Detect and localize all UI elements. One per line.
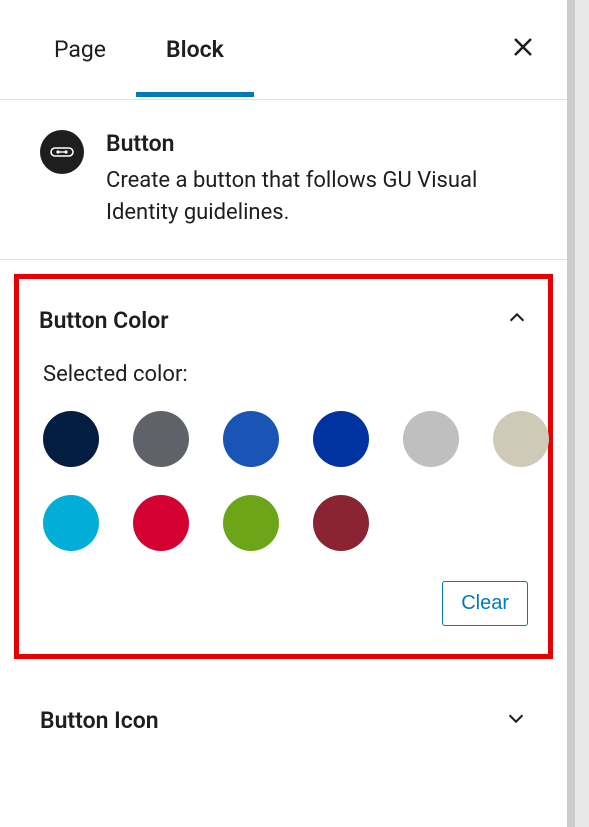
color-swatch[interactable] [313, 495, 369, 551]
color-swatch[interactable] [313, 411, 369, 467]
settings-panel: Page Block Button Create a button that f… [0, 0, 575, 827]
color-swatch[interactable] [223, 411, 279, 467]
block-title: Button [106, 130, 527, 157]
color-swatch[interactable] [43, 495, 99, 551]
block-description: Create a button that follows GU Visual I… [106, 165, 527, 229]
tab-block[interactable]: Block [136, 2, 254, 97]
chevron-up-icon [506, 307, 528, 334]
section-title: Button Icon [40, 707, 159, 734]
block-header: Button Create a button that follows GU V… [0, 100, 567, 260]
block-info: Button Create a button that follows GU V… [106, 130, 527, 229]
color-swatch[interactable] [403, 411, 459, 467]
button-color-section: Button Color Selected color: Clear [14, 274, 553, 659]
button-color-toggle[interactable]: Button Color [39, 299, 528, 362]
section-title: Button Color [39, 307, 169, 334]
color-swatch[interactable] [493, 411, 549, 467]
selected-color-label: Selected color: [39, 362, 528, 387]
color-swatch[interactable] [223, 495, 279, 551]
close-icon [511, 35, 535, 59]
button-block-icon [40, 130, 84, 174]
clear-button[interactable]: Clear [442, 581, 528, 626]
clear-row: Clear [39, 581, 528, 626]
color-swatches [39, 411, 528, 551]
button-icon-toggle[interactable]: Button Icon [0, 673, 567, 768]
tabs: Page Block [0, 0, 567, 100]
close-button[interactable] [503, 25, 543, 74]
color-swatch[interactable] [133, 411, 189, 467]
tab-page[interactable]: Page [24, 2, 136, 97]
color-swatch[interactable] [43, 411, 99, 467]
color-swatch[interactable] [133, 495, 189, 551]
chevron-down-icon [505, 707, 527, 734]
